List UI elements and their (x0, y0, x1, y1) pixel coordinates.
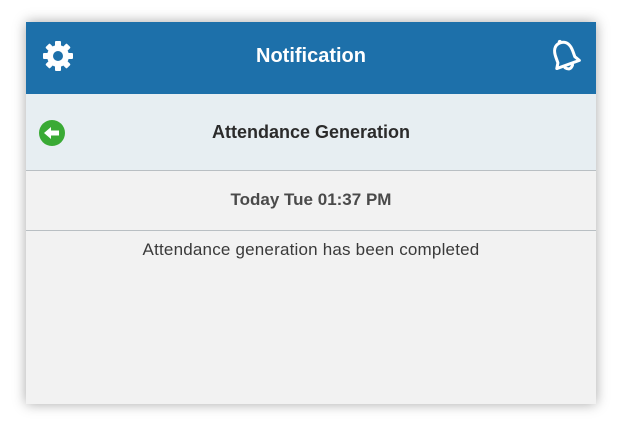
timestamp-row: Today Tue 01:37 PM (26, 171, 596, 231)
bell-icon[interactable] (548, 38, 582, 74)
page-title: Notification (256, 45, 366, 67)
section-title: Attendance Generation (211, 122, 411, 142)
subheader: Attendance Generation (26, 94, 596, 171)
notification-panel: Notification Attendance Generation Today… (26, 22, 596, 404)
notification-message: Attendance generation has been completed (142, 240, 480, 259)
top-bar: Notification (26, 22, 596, 94)
notification-timestamp: Today Tue 01:37 PM (230, 190, 392, 209)
